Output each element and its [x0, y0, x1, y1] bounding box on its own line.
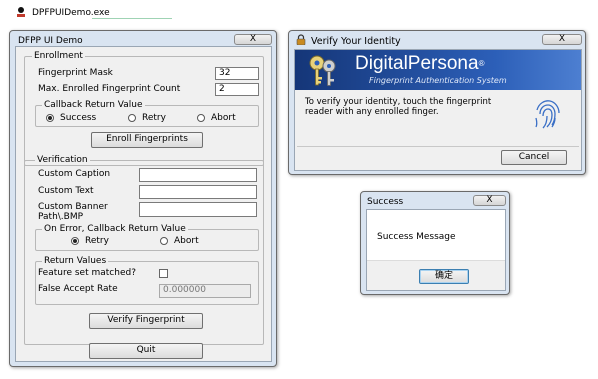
callback-abort-radio[interactable]: [197, 114, 205, 122]
on-error-retry-radio[interactable]: [71, 237, 79, 245]
enroll-fingerprints-button[interactable]: Enroll Fingerprints: [91, 132, 203, 148]
success-dialog-title: Success: [367, 197, 404, 207]
app-icon: [16, 6, 26, 18]
brand-text: DigitalPersona: [355, 53, 479, 74]
close-icon: X: [486, 195, 493, 205]
fingerprint-icon: [531, 96, 565, 132]
callback-retry-radio[interactable]: [128, 114, 136, 122]
custom-text-input[interactable]: [139, 185, 257, 199]
lock-icon: [296, 34, 306, 46]
verify-dialog: Verify Your Identity X DigitalPersona® F…: [288, 30, 586, 175]
verification-group-label: Verification: [35, 155, 90, 165]
verify-client-area: DigitalPersona® Fingerprint Authenticati…: [294, 49, 582, 171]
success-message: Success Message: [377, 232, 456, 242]
callback-abort-label[interactable]: Abort: [211, 113, 236, 124]
main-close-button[interactable]: X: [234, 34, 272, 45]
close-icon: X: [249, 34, 257, 44]
verify-message: To verify your identity, touch the finge…: [305, 97, 492, 117]
main-window: DFPP UI Demo X Enrollment Fingerprint Ma…: [9, 30, 277, 367]
callback-group-label: Callback Return Value: [42, 100, 145, 110]
app-title-underline: [92, 18, 172, 19]
success-close-button[interactable]: X: [473, 195, 506, 206]
fingerprint-mask-input[interactable]: 32: [215, 67, 259, 80]
feature-matched-label: Feature set matched?: [38, 268, 136, 278]
success-dialog: Success X Success Message 确定: [360, 191, 510, 295]
verify-close-button[interactable]: X: [542, 34, 582, 45]
close-icon: X: [558, 34, 566, 44]
keys-logo-icon: [305, 53, 341, 89]
cancel-button[interactable]: Cancel: [501, 150, 567, 165]
on-error-retry-label[interactable]: Retry: [85, 236, 109, 247]
verify-dialog-title: Verify Your Identity: [311, 36, 401, 47]
brand-subtitle: Fingerprint Authentication System: [369, 76, 507, 85]
on-error-abort-radio[interactable]: [160, 237, 168, 245]
false-accept-rate-field: 0.000000: [159, 284, 251, 298]
callback-success-radio[interactable]: [46, 114, 54, 122]
return-values-group-label: Return Values: [42, 256, 109, 266]
on-error-abort-label[interactable]: Abort: [174, 236, 199, 247]
feature-matched-checkbox[interactable]: [159, 269, 168, 278]
ok-button[interactable]: 确定: [419, 269, 469, 284]
enrollment-group-label: Enrollment: [32, 51, 85, 61]
callback-success-label[interactable]: Success: [60, 113, 96, 124]
max-enrolled-label: Max. Enrolled Fingerprint Count: [38, 84, 181, 94]
verify-divider: [297, 146, 579, 147]
verify-fingerprint-button[interactable]: Verify Fingerprint: [89, 313, 203, 329]
brand-registered: ®: [478, 59, 485, 68]
max-enrolled-input[interactable]: 2: [215, 83, 259, 96]
quit-button[interactable]: Quit: [89, 343, 203, 359]
digitalpersona-banner: DigitalPersona® Fingerprint Authenticati…: [295, 50, 581, 90]
custom-text-label: Custom Text: [38, 186, 94, 196]
main-client-area: Enrollment Fingerprint Mask 32 Max. Enro…: [15, 46, 272, 362]
callback-retry-label[interactable]: Retry: [142, 113, 166, 124]
fingerprint-mask-label: Fingerprint Mask: [38, 68, 113, 78]
custom-caption-input[interactable]: [139, 168, 257, 182]
on-error-group-label: On Error, Callback Return Value: [42, 224, 188, 234]
success-client-area: Success Message 确定: [366, 209, 506, 291]
brand-name: DigitalPersona®: [355, 53, 484, 75]
banner-path-label: Path\.BMP: [38, 212, 84, 222]
false-accept-rate-label: False Accept Rate: [38, 284, 118, 294]
custom-caption-label: Custom Caption: [38, 169, 111, 179]
custom-banner-input[interactable]: [139, 202, 257, 217]
